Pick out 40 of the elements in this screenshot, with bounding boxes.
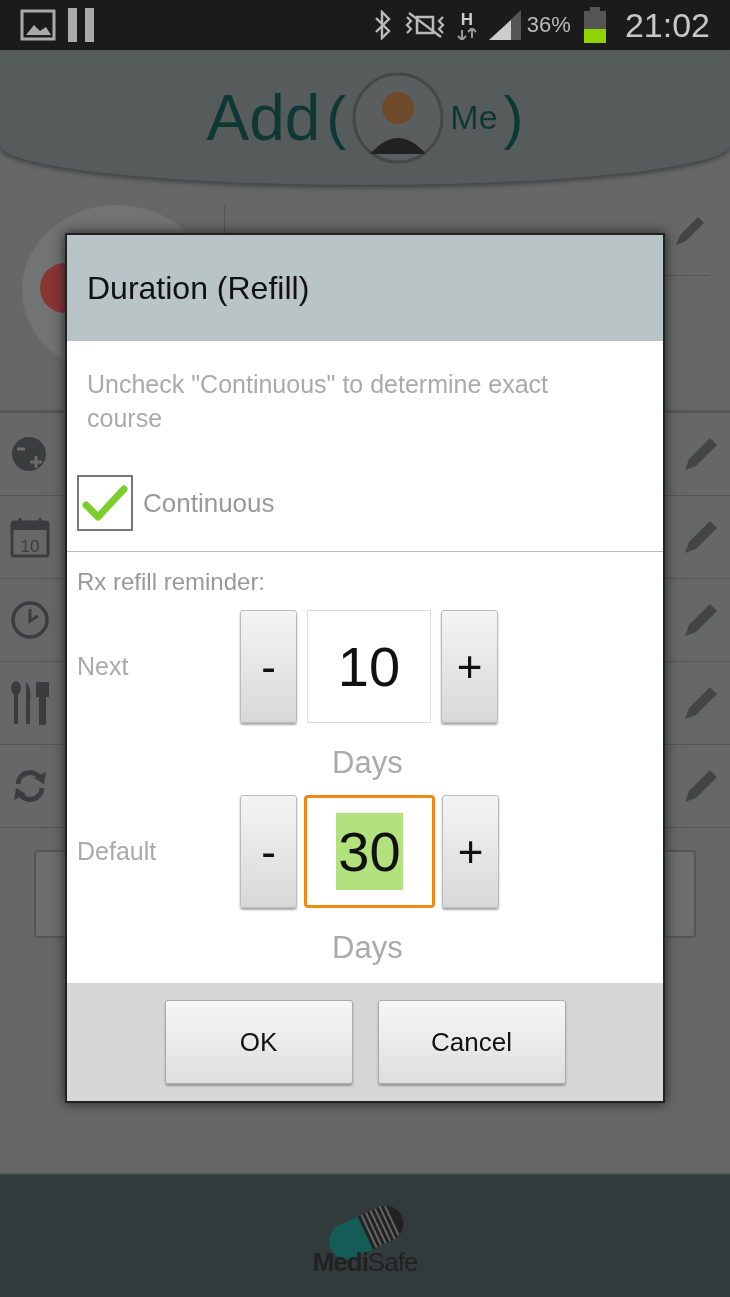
vibrate-mute-icon — [404, 11, 445, 39]
clock-icon — [10, 600, 50, 640]
number-field[interactable]: 10 — [307, 610, 431, 723]
cutlery-icon — [10, 680, 50, 726]
pause-icon — [68, 8, 96, 42]
battery-percent: 36% — [526, 12, 571, 38]
pencil-icon[interactable] — [682, 518, 720, 556]
avatar[interactable] — [352, 71, 445, 164]
hint-text: Uncheck "Continuous" to determine exact course — [87, 369, 550, 434]
profile-name: Me — [450, 98, 498, 137]
stepper-label: Default — [76, 837, 158, 866]
increment-button[interactable]: + — [441, 610, 498, 723]
cancel-button[interactable]: Cancel — [377, 1000, 566, 1084]
decrement-button[interactable]: - — [240, 610, 297, 723]
network-type: H — [460, 10, 473, 28]
page-title: Add — [206, 80, 321, 155]
pencil-icon[interactable] — [682, 684, 720, 722]
pencil-icon[interactable] — [682, 601, 720, 639]
number-field[interactable]: 30 — [304, 795, 435, 908]
pencil-icon[interactable] — [682, 435, 720, 473]
clock: 21:02 — [624, 5, 710, 45]
picture-icon — [20, 9, 56, 41]
battery-icon — [582, 7, 607, 43]
stepper-label: Next — [76, 652, 130, 681]
decrement-button[interactable]: - — [240, 795, 297, 908]
ok-button[interactable]: OK — [164, 1000, 353, 1084]
bluetooth-icon — [372, 10, 393, 40]
parenthesis: ) — [503, 83, 524, 152]
dose-icon — [10, 435, 48, 473]
signal-icon — [488, 10, 521, 40]
checkbox-label: Continuous — [143, 487, 275, 519]
increment-button[interactable]: + — [442, 795, 499, 908]
unit-label: Days — [332, 930, 403, 966]
dialog-title: Duration (Refill) — [87, 269, 310, 307]
unit-label: Days — [332, 745, 403, 781]
section-label: Rx refill reminder: — [77, 568, 267, 596]
parenthesis: ( — [326, 83, 347, 152]
data-arrows-icon — [456, 27, 477, 40]
checkbox[interactable] — [77, 475, 133, 531]
pencil-icon[interactable] — [682, 767, 720, 805]
